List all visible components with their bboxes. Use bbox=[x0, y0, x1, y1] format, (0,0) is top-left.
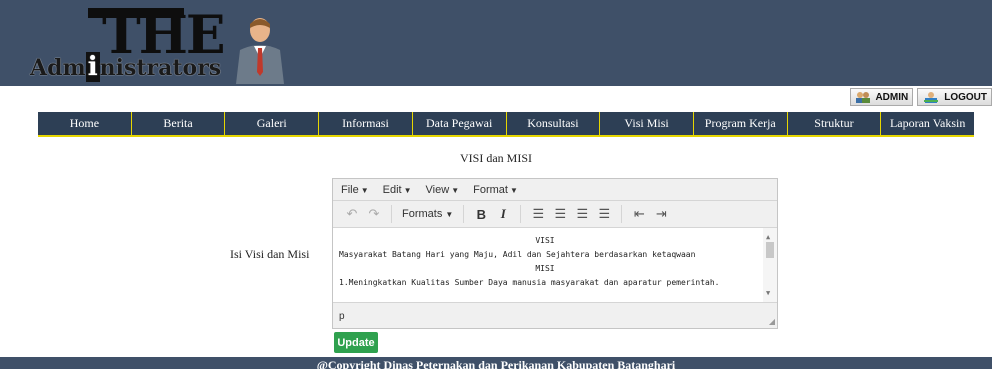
nav-item-galeri[interactable]: Galeri bbox=[225, 112, 320, 135]
logout-button[interactable]: LOGOUT bbox=[917, 88, 992, 106]
admin-label: ADMIN bbox=[875, 91, 909, 103]
logo-text-rest: nistrators bbox=[99, 55, 222, 81]
caret-down-icon: ▼ bbox=[509, 185, 518, 195]
outdent-icon[interactable]: ⇤ bbox=[628, 204, 650, 224]
nav-item-konsultasi[interactable]: Konsultasi bbox=[507, 112, 601, 135]
update-button[interactable]: Update bbox=[334, 332, 378, 353]
caret-down-icon: ▼ bbox=[403, 185, 412, 195]
align-center-icon[interactable]: ☰ bbox=[549, 204, 571, 224]
nav-item-informasi[interactable]: Informasi bbox=[319, 112, 413, 135]
resize-handle-icon[interactable]: ◢ bbox=[769, 317, 775, 326]
nav-item-struktur[interactable]: Struktur bbox=[788, 112, 882, 135]
editor-scrollbar[interactable]: ▲ ▼ bbox=[763, 228, 777, 302]
scrollbar-thumb[interactable] bbox=[766, 242, 774, 258]
visi-misi-field-label: Isi Visi dan Misi bbox=[230, 247, 310, 261]
rich-text-editor: File ▼ Edit ▼ View ▼ Format ▼ ↶ ↷ Formats ▼ … bbox=[332, 178, 778, 329]
caret-down-icon: ▼ bbox=[451, 185, 460, 195]
page-title: VISI dan MISI bbox=[460, 151, 532, 165]
nav-item-home[interactable]: Home bbox=[38, 112, 132, 135]
editor-menubar: File ▼ Edit ▼ View ▼ Format ▼ bbox=[333, 179, 777, 201]
formats-label: Formats bbox=[402, 208, 443, 220]
indent-icon[interactable]: ⇥ bbox=[650, 204, 672, 224]
main-nav: Home Berita Galeri Informasi Data Pegawa… bbox=[38, 112, 974, 137]
menu-view[interactable]: View ▼ bbox=[426, 184, 460, 196]
nav-item-data-pegawai[interactable]: Data Pegawai bbox=[413, 112, 507, 135]
logout-label: LOGOUT bbox=[944, 91, 987, 103]
menu-edit[interactable]: Edit ▼ bbox=[383, 184, 412, 196]
nav-item-laporan-vaksin[interactable]: Laporan Vaksin bbox=[881, 112, 974, 135]
content-line-visi-heading: VISI bbox=[535, 236, 555, 245]
undo-icon[interactable]: ↶ bbox=[341, 204, 363, 224]
caret-down-icon: ▼ bbox=[445, 210, 454, 219]
user-bar: ADMIN LOGOUT bbox=[850, 88, 992, 106]
site-header: THE Administrators bbox=[0, 0, 992, 86]
content-line-visi-text: Masyarakat Batang Hari yang Maju, Adil d… bbox=[339, 250, 696, 259]
content-line-misi-text: 1.Meningkatkan Kualitas Sumber Daya manu… bbox=[339, 278, 720, 287]
nav-item-berita[interactable]: Berita bbox=[132, 112, 226, 135]
menu-file[interactable]: File ▼ bbox=[341, 184, 369, 196]
toolbar-divider bbox=[463, 205, 465, 223]
italic-icon[interactable]: I bbox=[492, 204, 514, 224]
menu-view-label: View bbox=[425, 183, 450, 196]
caret-down-icon: ▼ bbox=[360, 185, 369, 195]
admin-button[interactable]: ADMIN bbox=[850, 88, 914, 106]
users-icon bbox=[856, 92, 871, 103]
toolbar-divider bbox=[391, 205, 392, 223]
formats-dropdown[interactable]: Formats ▼ bbox=[398, 208, 457, 220]
logo-text-adm: Adm bbox=[30, 55, 86, 81]
toolbar-divider bbox=[621, 205, 623, 223]
nav-item-program-kerja[interactable]: Program Kerja bbox=[694, 112, 788, 135]
editor-content-area[interactable]: VISI Masyarakat Batang Hari yang Maju, A… bbox=[333, 228, 777, 302]
user-logout-icon bbox=[924, 92, 939, 103]
nav-item-visi-misi[interactable]: Visi Misi bbox=[600, 112, 694, 135]
element-path[interactable]: p bbox=[339, 311, 345, 322]
menu-file-label: File bbox=[341, 183, 359, 196]
menu-format-label: Format bbox=[473, 183, 508, 196]
logo-text: Administrators bbox=[30, 52, 221, 82]
menu-edit-label: Edit bbox=[382, 183, 402, 196]
content-line-misi-heading: MISI bbox=[535, 264, 555, 273]
align-right-icon[interactable]: ☰ bbox=[571, 204, 593, 224]
toolbar-divider bbox=[520, 205, 522, 223]
scroll-down-icon[interactable]: ▼ bbox=[766, 286, 770, 300]
site-logo: THE Administrators bbox=[30, 6, 310, 86]
editor-statusbar: p ◢ bbox=[333, 302, 777, 328]
logo-text-i: i bbox=[85, 52, 100, 82]
businessman-icon bbox=[236, 18, 284, 84]
align-justify-icon[interactable]: ☰ bbox=[593, 204, 615, 224]
editor-toolbar: ↶ ↷ Formats ▼ B I ☰ ☰ ☰ ☰ ⇤ ⇥ bbox=[333, 201, 777, 228]
menu-format[interactable]: Format ▼ bbox=[473, 184, 518, 196]
redo-icon[interactable]: ↷ bbox=[363, 204, 385, 224]
site-footer: @Copyright Dinas Peternakan dan Perikana… bbox=[0, 357, 992, 369]
bold-icon[interactable]: B bbox=[470, 204, 492, 224]
align-left-icon[interactable]: ☰ bbox=[527, 204, 549, 224]
